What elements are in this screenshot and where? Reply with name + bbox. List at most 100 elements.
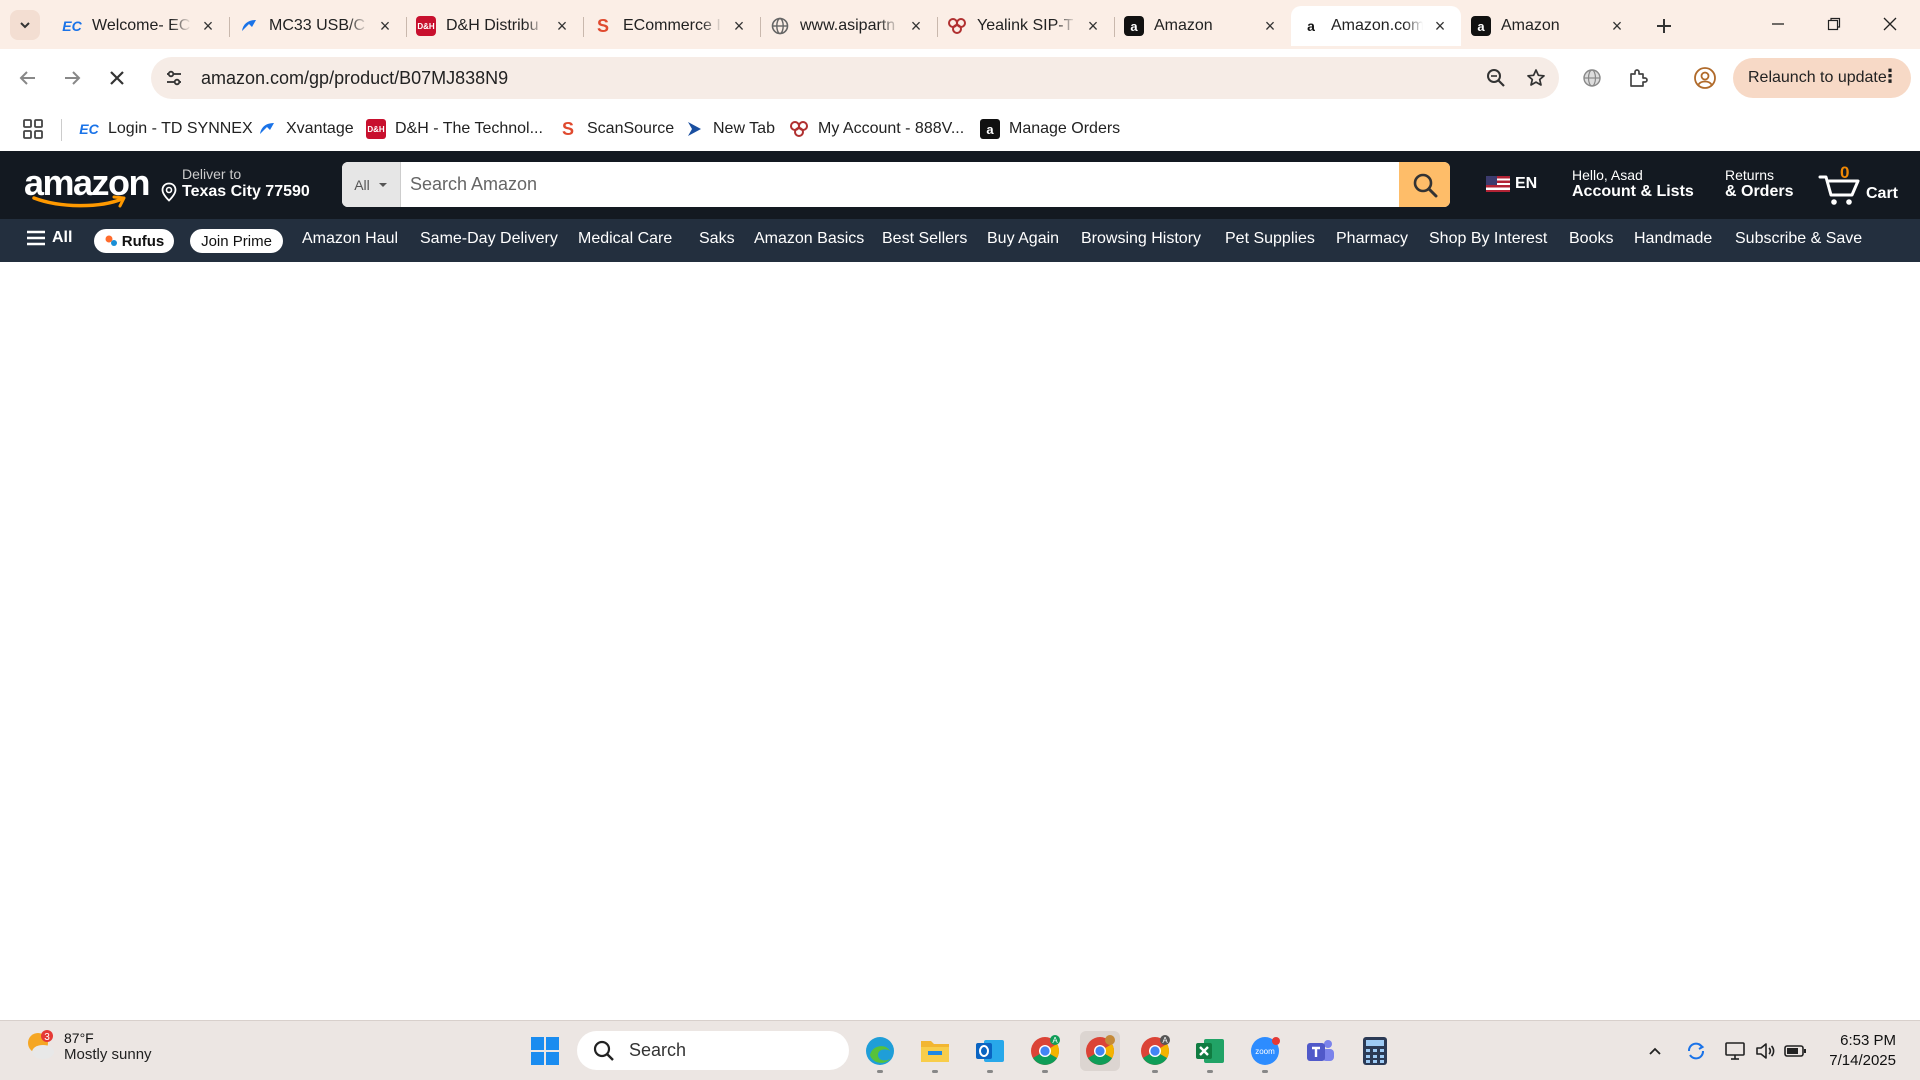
- relaunch-button[interactable]: Relaunch to update ⋮: [1733, 58, 1911, 98]
- search-category-select[interactable]: All: [342, 162, 401, 207]
- network-icon: [1725, 1042, 1745, 1060]
- nav-link-pharmacy[interactable]: Pharmacy: [1336, 230, 1408, 248]
- tab-7-active[interactable]: a Amazon.com ×: [1291, 6, 1461, 46]
- nav-link-amazon-basics[interactable]: Amazon Basics: [754, 230, 864, 248]
- profile-icon[interactable]: [1689, 62, 1721, 94]
- search-input[interactable]: [401, 162, 1399, 207]
- start-button[interactable]: [525, 1031, 565, 1071]
- ec-icon: EC: [79, 121, 99, 137]
- taskbar-search[interactable]: Search: [577, 1031, 849, 1070]
- restore-button[interactable]: [1806, 4, 1862, 44]
- taskbar-excel[interactable]: [1190, 1031, 1230, 1073]
- bookmark-xvantage[interactable]: Xvantage: [257, 115, 354, 143]
- site-settings-icon[interactable]: [159, 63, 189, 93]
- nav-all-menu[interactable]: All: [26, 229, 72, 247]
- volume-tray-icon[interactable]: [1751, 1037, 1779, 1065]
- battery-tray-icon[interactable]: [1781, 1037, 1809, 1065]
- bookmark-new-tab[interactable]: New Tab: [684, 115, 775, 143]
- nav-link-shop-by-interest[interactable]: Shop By Interest: [1429, 230, 1547, 248]
- close-icon[interactable]: ×: [1606, 15, 1628, 37]
- weather-sun-cloud-icon: 3: [28, 1030, 54, 1059]
- cart[interactable]: 0 Cart: [1818, 163, 1898, 207]
- amazon-logo[interactable]: amazon: [24, 165, 151, 209]
- address-bar[interactable]: amazon.com/gp/product/B07MJ838N9: [151, 57, 1559, 99]
- new-tab-button[interactable]: [1650, 12, 1678, 40]
- join-prime-label: Join Prime: [201, 232, 272, 250]
- more-vert-icon[interactable]: ⋮: [1881, 66, 1899, 87]
- tab-0[interactable]: EC Welcome- EC ×: [52, 6, 229, 46]
- bookmark-manage-orders[interactable]: a Manage Orders: [980, 115, 1120, 143]
- apps-grid-icon[interactable]: [21, 117, 45, 141]
- taskbar-zoom[interactable]: zoom: [1245, 1031, 1285, 1073]
- nav-link-books[interactable]: Books: [1569, 230, 1613, 248]
- tab-6[interactable]: a Amazon ×: [1114, 6, 1291, 46]
- tab-5[interactable]: Yealink SIP-T ×: [937, 6, 1114, 46]
- close-icon[interactable]: ×: [1082, 15, 1104, 37]
- taskbar-chrome-1[interactable]: A: [1025, 1031, 1065, 1073]
- taskbar-chrome-3[interactable]: A: [1135, 1031, 1175, 1073]
- close-icon[interactable]: ×: [1429, 15, 1451, 37]
- bookmark-dh[interactable]: D&H D&H - The Technol...: [366, 115, 543, 143]
- returns-orders[interactable]: Returns & Orders: [1725, 167, 1793, 201]
- nav-link-saks[interactable]: Saks: [699, 230, 735, 248]
- taskbar-teams[interactable]: [1300, 1031, 1340, 1071]
- nav-link-same-day-delivery[interactable]: Same-Day Delivery: [420, 230, 558, 248]
- taskbar-calculator[interactable]: [1355, 1031, 1395, 1071]
- sync-tray-icon[interactable]: [1682, 1037, 1710, 1065]
- nav-link-best-sellers[interactable]: Best Sellers: [882, 230, 967, 248]
- taskbar-outlook[interactable]: [970, 1031, 1010, 1073]
- show-hidden-icons[interactable]: [1641, 1037, 1669, 1065]
- nav-link-pet-supplies[interactable]: Pet Supplies: [1225, 230, 1315, 248]
- tab-1[interactable]: MC33 USB/C ×: [229, 6, 406, 46]
- rufus-button[interactable]: Rufus: [94, 229, 174, 253]
- tab-strip: EC Welcome- EC × MC33 USB/C × D&H D&H Di…: [0, 0, 1920, 49]
- taskbar-clock[interactable]: 6:53 PM 7/14/2025: [1820, 1031, 1896, 1071]
- minimize-button[interactable]: [1750, 4, 1806, 44]
- nav-link-browsing-history[interactable]: Browsing History: [1081, 230, 1201, 248]
- extensions-icon[interactable]: [1622, 62, 1654, 94]
- bookmark-scansource[interactable]: S ScanSource: [558, 115, 674, 143]
- search-button[interactable]: [1399, 162, 1450, 207]
- close-icon[interactable]: ×: [551, 15, 573, 37]
- language-selector[interactable]: EN: [1486, 175, 1537, 193]
- close-icon[interactable]: ×: [374, 15, 396, 37]
- tabs: EC Welcome- EC × MC33 USB/C × D&H D&H Di…: [52, 6, 1638, 49]
- forward-button[interactable]: [54, 60, 90, 96]
- tab-title: Yealink SIP-T: [977, 17, 1074, 34]
- tab-2[interactable]: D&H D&H Distribu ×: [406, 6, 583, 46]
- close-icon[interactable]: ×: [905, 15, 927, 37]
- bookmark-star-icon[interactable]: [1519, 61, 1553, 95]
- nav-link-buy-again[interactable]: Buy Again: [987, 230, 1059, 248]
- zoom-icon[interactable]: [1479, 61, 1513, 95]
- taskbar-file-explorer[interactable]: [915, 1031, 955, 1073]
- close-icon[interactable]: ×: [728, 15, 750, 37]
- nav-link-subscribe-save[interactable]: Subscribe & Save: [1735, 230, 1862, 248]
- tab-search-button[interactable]: [10, 10, 40, 40]
- caret-down-icon: [378, 182, 387, 187]
- url-text[interactable]: amazon.com/gp/product/B07MJ838N9: [201, 68, 1479, 89]
- bookmark-td-synnex[interactable]: EC Login - TD SYNNEX: [79, 115, 252, 143]
- join-prime-button[interactable]: Join Prime: [190, 229, 283, 253]
- deliver-to[interactable]: Deliver to Texas City 77590: [160, 166, 310, 202]
- account-lists[interactable]: Hello, Asad Account & Lists: [1572, 167, 1694, 201]
- minimize-icon: [1772, 23, 1784, 25]
- tab-4[interactable]: www.asipartn ×: [760, 6, 937, 46]
- taskbar-chrome-2[interactable]: [1080, 1031, 1120, 1071]
- tab-3[interactable]: S ECommerce I ×: [583, 6, 760, 46]
- close-icon[interactable]: ×: [197, 15, 219, 37]
- taskbar-edge[interactable]: [860, 1031, 900, 1073]
- nav-link-medical-care[interactable]: Medical Care: [578, 230, 672, 248]
- close-icon[interactable]: ×: [1259, 15, 1281, 37]
- bookmark-888[interactable]: My Account - 888V...: [789, 115, 964, 143]
- deliver-line2: Texas City 77590: [160, 182, 310, 202]
- weather-widget[interactable]: 3 87°F Mostly sunny: [24, 1029, 152, 1063]
- nav-link-amazon-haul[interactable]: Amazon Haul: [302, 230, 398, 248]
- tab-8[interactable]: a Amazon ×: [1461, 6, 1638, 46]
- translate-icon[interactable]: [1576, 62, 1608, 94]
- back-button[interactable]: [10, 60, 46, 96]
- network-tray-icon[interactable]: [1721, 1037, 1749, 1065]
- speaker-icon: [1756, 1043, 1775, 1059]
- nav-link-handmade[interactable]: Handmade: [1634, 230, 1712, 248]
- stop-loading-button[interactable]: [99, 60, 135, 96]
- close-window-button[interactable]: [1862, 4, 1918, 44]
